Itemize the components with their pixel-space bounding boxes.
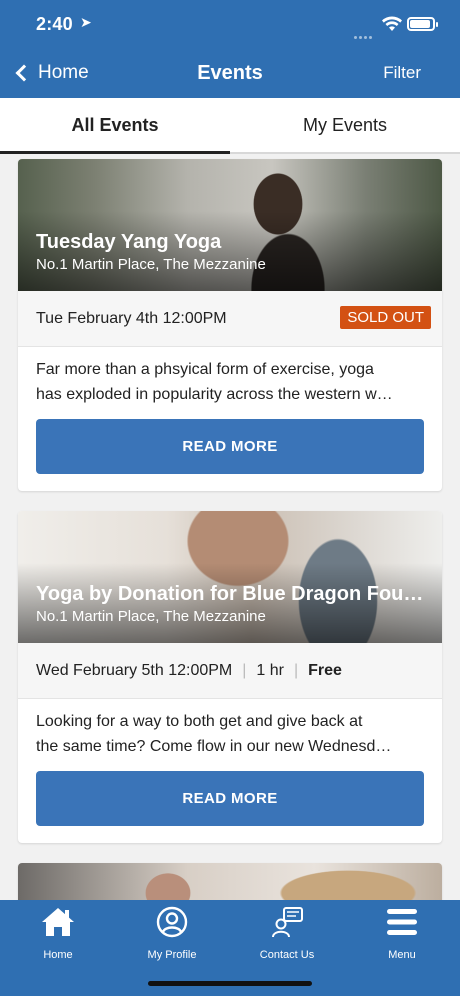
tab-label: Home <box>43 949 73 961</box>
description-line: Far more than a phsyical form of exercis… <box>36 361 374 378</box>
home-icon <box>42 908 74 936</box>
description-line: Looking for a way to both get and give b… <box>36 713 363 730</box>
tab-my-profile[interactable]: My Profile <box>117 906 227 962</box>
tab-home[interactable]: Home <box>3 906 113 962</box>
app-header: 2:40 ➤ Home Events Filter <box>0 0 460 98</box>
event-location: No.1 Martin Place, The Mezzanine <box>36 256 266 273</box>
event-meta: Tue February 4th 12:00PM SOLD OUT <box>18 291 442 347</box>
tab-menu[interactable]: Menu <box>347 906 457 962</box>
event-description: Looking for a way to both get and give b… <box>18 699 442 761</box>
event-card[interactable]: Yoga by Donation for Blue Dragon Foun… N… <box>18 511 442 843</box>
status-time: 2:40 <box>36 14 73 34</box>
tab-label: Menu <box>388 949 416 961</box>
event-image <box>18 863 442 900</box>
read-more-button[interactable]: READ MORE <box>36 419 424 474</box>
event-duration: 1 hr <box>256 661 284 679</box>
description-line: has exploded in popularity across the we… <box>36 386 393 403</box>
nav-bar: Home Events Filter <box>0 50 460 96</box>
read-more-button[interactable]: READ MORE <box>36 771 424 826</box>
sold-out-badge: SOLD OUT <box>340 306 431 329</box>
tab-label: My Profile <box>147 949 197 961</box>
tab-label: Contact Us <box>259 949 315 961</box>
event-tabs: All Events My Events <box>0 98 460 154</box>
event-price: Free <box>308 661 342 679</box>
location-arrow-icon: ➤ <box>80 14 92 30</box>
event-title: Yoga by Donation for Blue Dragon Foun… <box>36 583 424 605</box>
event-card[interactable]: Tuesday Yang Yoga No.1 Martin Place, The… <box>18 159 442 491</box>
event-datetime: Wed February 5th 12:00PM <box>36 661 233 679</box>
tab-my-events[interactable]: My Events <box>230 98 460 152</box>
meta-divider: | <box>242 661 247 679</box>
filter-button[interactable]: Filter <box>383 63 421 83</box>
wifi-icon <box>382 16 402 31</box>
event-location: No.1 Martin Place, The Mezzanine <box>36 608 266 625</box>
cellular-signal-icon <box>354 26 376 39</box>
meta-divider: | <box>293 661 299 679</box>
tab-all-events[interactable]: All Events <box>0 98 230 154</box>
event-description: Far more than a phsyical form of exercis… <box>18 347 442 409</box>
profile-icon <box>156 906 188 938</box>
event-datetime: Tue February 4th 12:00PM <box>36 309 227 327</box>
events-list[interactable]: Tuesday Yang Yoga No.1 Martin Place, The… <box>0 156 460 900</box>
event-meta: Wed February 5th 12:00PM | 1 hr | Free <box>18 643 442 699</box>
home-indicator <box>148 981 312 986</box>
event-title: Tuesday Yang Yoga <box>36 231 222 253</box>
description-line: the same time? Come flow in our new Wedn… <box>36 738 392 755</box>
tab-contact-us[interactable]: Contact Us <box>232 906 342 962</box>
battery-icon <box>407 17 438 31</box>
event-card[interactable] <box>18 863 442 900</box>
menu-icon <box>387 909 417 935</box>
status-bar: 2:40 ➤ <box>0 0 460 48</box>
event-image: Tuesday Yang Yoga No.1 Martin Place, The… <box>18 159 442 291</box>
contact-icon <box>272 907 303 938</box>
event-image: Yoga by Donation for Blue Dragon Foun… N… <box>18 511 442 643</box>
